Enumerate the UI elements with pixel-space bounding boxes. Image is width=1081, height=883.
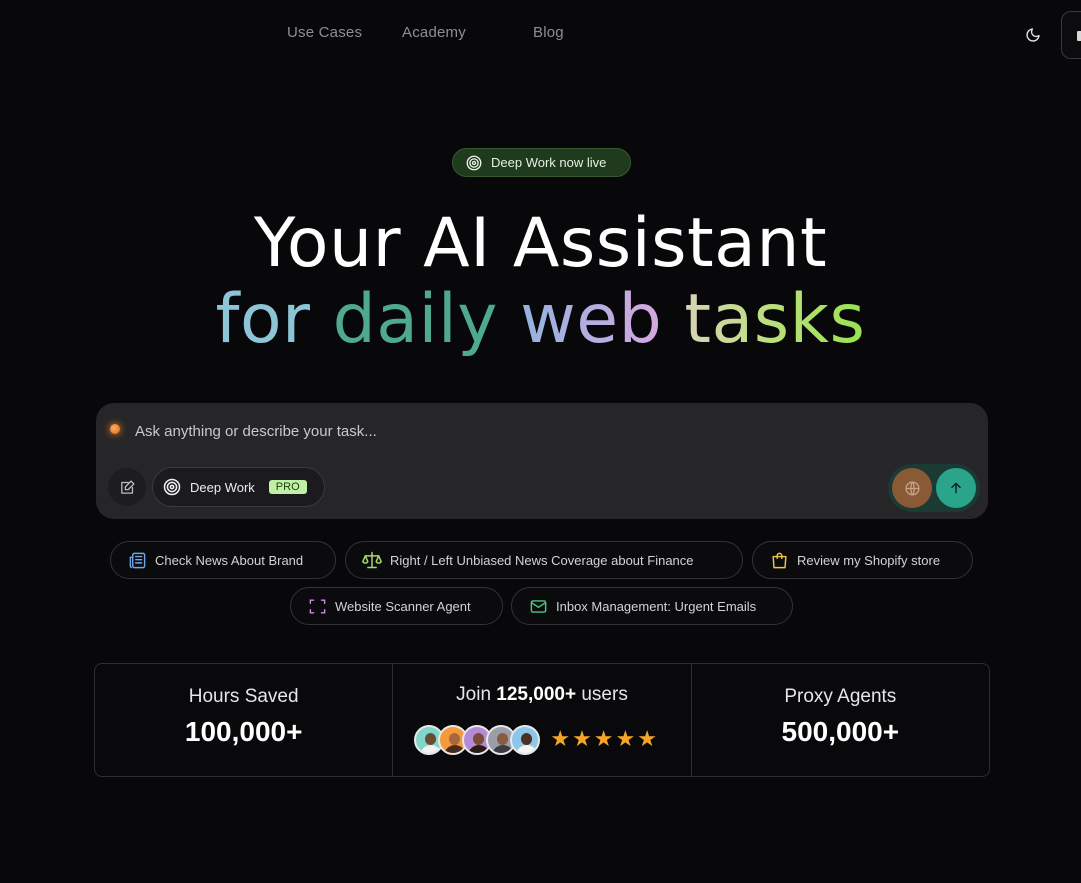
stat-label: Hours Saved bbox=[188, 686, 299, 707]
deep-work-label: Deep Work bbox=[190, 479, 255, 495]
stats-panel: Hours Saved 100,000+ Join 125,000+ users… bbox=[94, 663, 990, 777]
chip-label: Inbox Management: Urgent Emails bbox=[556, 598, 757, 614]
deep-work-toggle[interactable]: Deep Work PRO bbox=[152, 467, 325, 507]
nav-link-academy[interactable]: Academy bbox=[402, 24, 466, 41]
newspaper-icon bbox=[127, 550, 147, 570]
hero-title-line2: for daily web tasks bbox=[0, 280, 1081, 359]
hero-word-for: for bbox=[215, 280, 311, 359]
chip-label: Review my Shopify store bbox=[797, 552, 941, 568]
hero-title-line1: Your AI Assistant bbox=[253, 204, 828, 283]
globe-icon bbox=[904, 480, 920, 496]
prompt-box: Deep Work PRO bbox=[96, 403, 988, 519]
prompt-actions bbox=[888, 464, 980, 512]
scan-frame-icon bbox=[307, 596, 327, 616]
stat-hours-saved: Hours Saved 100,000+ bbox=[95, 664, 392, 776]
chip-label: Check News About Brand bbox=[155, 552, 304, 568]
spiral-icon bbox=[466, 155, 482, 170]
star-icon: ★ bbox=[572, 727, 592, 752]
join-prefix: Join bbox=[456, 684, 492, 705]
join-users-text: Join 125,000+ users bbox=[393, 684, 690, 706]
spiral-icon bbox=[163, 478, 181, 496]
pro-badge: PRO bbox=[268, 480, 307, 494]
suggestion-chip-shopify[interactable]: Review my Shopify store bbox=[752, 541, 973, 579]
user-avatars bbox=[414, 725, 541, 755]
deep-work-badge[interactable]: Deep Work now live bbox=[452, 148, 631, 177]
status-orb-icon bbox=[110, 424, 120, 434]
rating-stars: ★ ★ ★ ★ ★ bbox=[550, 729, 657, 751]
moon-icon bbox=[1026, 28, 1040, 42]
suggestion-chip-news-brand[interactable]: Check News About Brand bbox=[110, 541, 336, 579]
chip-label: Website Scanner Agent bbox=[335, 598, 471, 614]
scale-icon bbox=[362, 550, 382, 570]
star-icon: ★ bbox=[593, 727, 614, 752]
star-icon: ★ bbox=[550, 727, 571, 752]
join-count: 125,000+ bbox=[496, 684, 577, 705]
hero-word-tasks: tasks bbox=[684, 280, 866, 359]
stat-proxy-agents: Proxy Agents 500,000+ bbox=[690, 664, 989, 776]
shopping-bag-icon bbox=[769, 550, 789, 570]
hero-word-web: web bbox=[520, 280, 663, 359]
badge-label: Deep Work now live bbox=[491, 155, 607, 170]
chip-label: Right / Left Unbiased News Coverage abou… bbox=[390, 552, 694, 568]
nav-link-blog[interactable]: Blog bbox=[533, 24, 564, 41]
stat-value: 500,000+ bbox=[781, 716, 900, 747]
stat-join-users: Join 125,000+ users ★ ★ ★ ★ ★ bbox=[392, 664, 690, 776]
notes-button[interactable] bbox=[108, 468, 146, 506]
theme-toggle-button[interactable] bbox=[1020, 22, 1046, 48]
web-access-button[interactable] bbox=[892, 468, 932, 508]
edit-note-icon bbox=[120, 479, 135, 494]
join-suffix: users bbox=[581, 684, 628, 705]
suggestion-chip-website-scanner[interactable]: Website Scanner Agent bbox=[290, 587, 503, 625]
prompt-input[interactable] bbox=[135, 421, 895, 441]
star-icon: ★ bbox=[615, 727, 636, 752]
menu-icon bbox=[1077, 31, 1081, 41]
star-icon: ★ bbox=[637, 727, 657, 752]
suggestion-chip-unbiased-news[interactable]: Right / Left Unbiased News Coverage abou… bbox=[345, 541, 743, 579]
suggestion-chip-inbox[interactable]: Inbox Management: Urgent Emails bbox=[511, 587, 793, 625]
stat-label: Proxy Agents bbox=[784, 686, 897, 707]
stat-value: 100,000+ bbox=[184, 716, 303, 747]
mail-icon bbox=[528, 596, 548, 616]
nav-link-use-cases[interactable]: Use Cases bbox=[287, 24, 362, 41]
send-button[interactable] bbox=[936, 468, 976, 508]
avatar bbox=[510, 725, 541, 755]
hero-word-daily: daily bbox=[332, 280, 499, 359]
arrow-up-icon bbox=[951, 482, 961, 494]
nav-menu-button[interactable] bbox=[1061, 11, 1081, 59]
